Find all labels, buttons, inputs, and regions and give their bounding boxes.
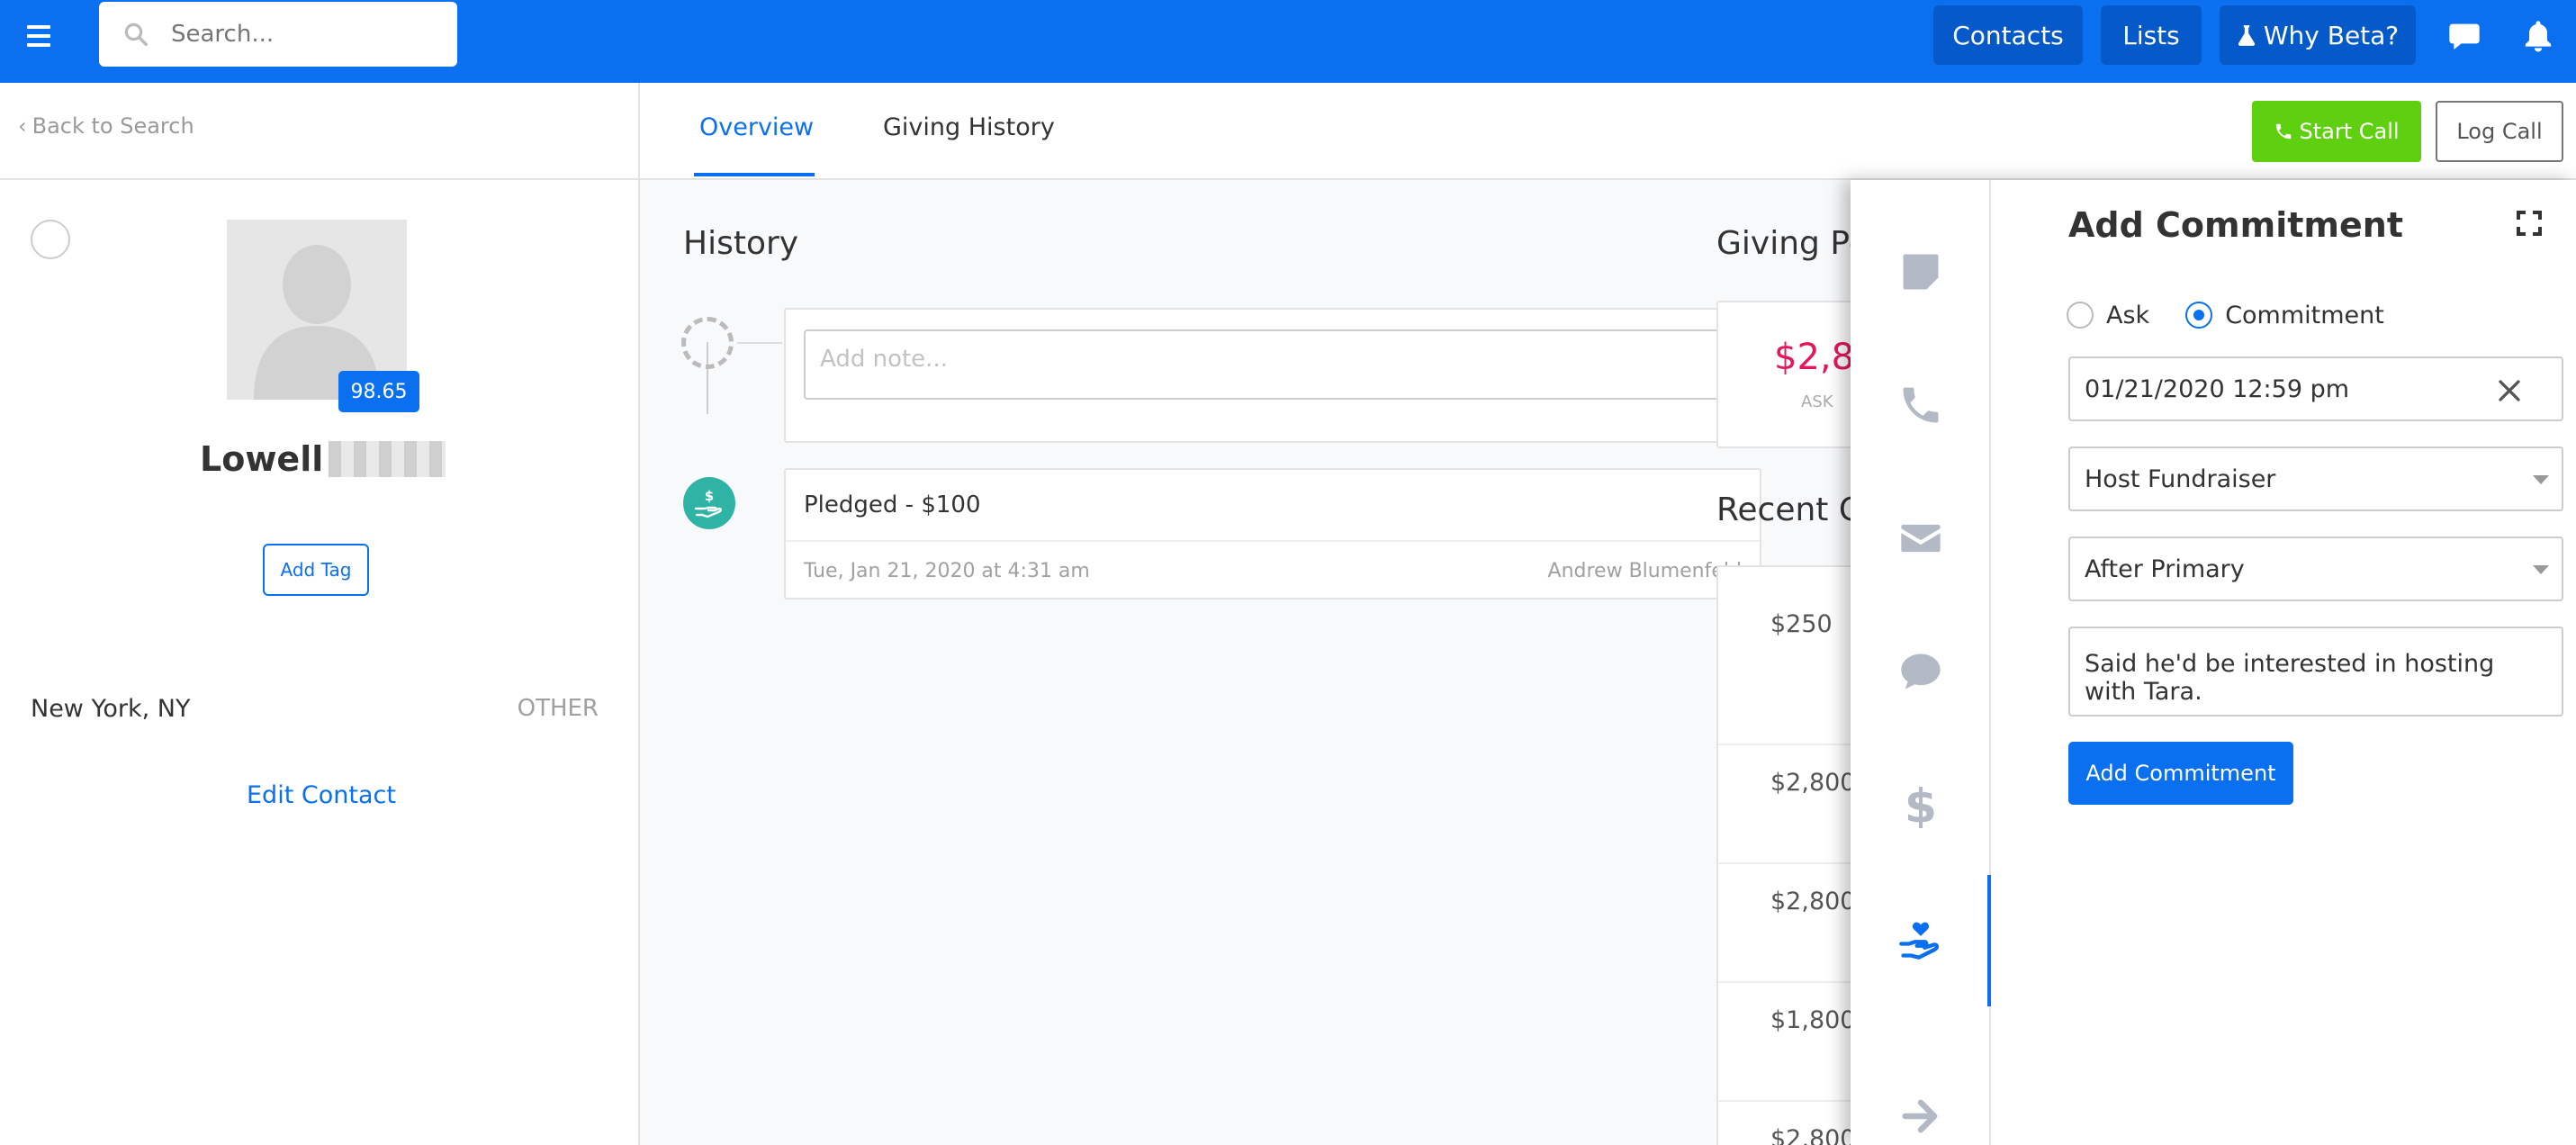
active-tab-indicator [694, 173, 815, 176]
pledge-user: Andrew Blumenfeld [1547, 560, 1742, 582]
date-time-value: 01/21/2020 12:59 pm [2085, 374, 2350, 403]
ask-radio[interactable] [2067, 302, 2094, 329]
edit-contact-link[interactable]: Edit Contact [247, 781, 396, 809]
commitment-note-textarea[interactable]: Said he'd be interested in hosting with … [2068, 627, 2563, 717]
tab-giving-history[interactable]: Giving History [883, 113, 1055, 141]
note-icon[interactable] [1896, 247, 1946, 297]
add-commitment-form: Add Commitment Ask Commitment 01/21/2020… [1991, 180, 2576, 1145]
hand-holding-dollar-icon: $ [694, 488, 722, 518]
pledge-icon: $ [683, 477, 735, 529]
why-beta-button[interactable]: Why Beta? [2220, 5, 2416, 65]
dollar-icon[interactable]: $ [1896, 780, 1946, 830]
divider [0, 178, 638, 180]
caret-down-icon [2533, 565, 2549, 574]
contact-name: Lowell [200, 439, 446, 479]
chat-icon[interactable] [2446, 18, 2482, 54]
contacts-nav-label: Contacts [1952, 20, 2064, 50]
search-input[interactable] [171, 21, 423, 48]
tab-overview[interactable]: Overview [699, 113, 814, 141]
add-commitment-button[interactable]: Add Commitment [2068, 742, 2293, 805]
timeline-pending-icon [681, 317, 734, 369]
location-text: New York, NY [31, 695, 191, 723]
hand-holding-heart-icon[interactable] [1896, 913, 1946, 963]
commitment-radio-label: Commitment [2225, 301, 2384, 329]
redacted-last-name [329, 441, 446, 477]
bell-icon[interactable] [2520, 18, 2556, 54]
recent-gift-amount: $2,800 [1770, 769, 1856, 797]
top-navbar: Contacts Lists Why Beta? [0, 0, 2576, 83]
location-type: OTHER [517, 695, 599, 722]
action-drawer: $ Add Commitment Ask Commitment 01/21/20… [1851, 180, 2576, 1145]
svg-text:$: $ [705, 488, 714, 504]
commitment-type-value: Host Fundraiser [2085, 464, 2276, 493]
giving-potential-heading: Giving Po [1716, 225, 1869, 262]
phone-icon[interactable] [1896, 380, 1946, 430]
select-contact-checkbox[interactable] [31, 220, 70, 259]
add-note-card [784, 308, 1761, 443]
timing-select[interactable]: After Primary [2068, 536, 2563, 601]
contact-sidebar: ‹ Back to Search 98.65 Lowell Add Tag Ne… [0, 83, 640, 1145]
lists-nav-label: Lists [2122, 20, 2180, 50]
pledge-history-card[interactable]: Pledged - $100 Tue, Jan 21, 2020 at 4:31… [784, 468, 1761, 600]
arrow-right-icon[interactable] [1896, 1091, 1946, 1141]
contact-first-name: Lowell [200, 439, 324, 479]
back-to-search-label: Back to Search [32, 113, 194, 139]
svg-text:$: $ [1905, 781, 1937, 828]
add-note-input[interactable] [804, 329, 1742, 400]
commitment-radio[interactable] [2185, 302, 2213, 329]
menu-icon[interactable] [27, 18, 63, 54]
flask-icon [2238, 25, 2255, 46]
overview-content: History $ Pledged - $100 Tue, Jan 21, 20… [640, 180, 1896, 1145]
pledge-date: Tue, Jan 21, 2020 at 4:31 am [804, 560, 1090, 582]
timeline-connector [737, 342, 782, 344]
search-icon [124, 23, 148, 46]
recent-gift-amount: $250 [1770, 610, 1833, 638]
envelope-icon[interactable] [1896, 513, 1946, 563]
close-icon[interactable] [2491, 373, 2527, 409]
history-heading: History [683, 225, 799, 262]
recent-giving-heading: Recent G [1716, 491, 1864, 528]
recent-gift-amount: $2,800 [1770, 888, 1856, 915]
log-call-button[interactable]: Log Call [2436, 101, 2563, 162]
ask-label: ASK [1801, 392, 1833, 411]
comment-icon[interactable] [1896, 646, 1946, 697]
caret-down-icon [2533, 475, 2549, 484]
date-time-field[interactable]: 01/21/2020 12:59 pm [2068, 356, 2563, 421]
add-tag-button[interactable]: Add Tag [263, 544, 369, 596]
search-box[interactable] [99, 2, 457, 67]
timing-value: After Primary [2085, 554, 2245, 583]
ask-radio-label: Ask [2106, 301, 2150, 329]
contacts-nav-button[interactable]: Contacts [1933, 5, 2083, 65]
start-call-label: Start Call [2299, 119, 2400, 144]
phone-icon [2276, 123, 2292, 140]
recent-gift-amount: $1,800 [1770, 1006, 1856, 1034]
form-title: Add Commitment [2068, 205, 2404, 245]
commitment-type-select[interactable]: Host Fundraiser [2068, 446, 2563, 511]
recent-gift-amount: $2,800 [1770, 1125, 1856, 1145]
chevron-left-icon: ‹ [18, 113, 27, 139]
pledge-title: Pledged - $100 [804, 491, 981, 518]
divider [786, 540, 1760, 542]
score-badge: 98.65 [338, 371, 419, 412]
back-to-search-link[interactable]: ‹ Back to Search [18, 113, 194, 139]
tabs-bar: Overview Giving History Start Call Log C… [640, 83, 2576, 180]
lists-nav-button[interactable]: Lists [2101, 5, 2202, 65]
why-beta-label: Why Beta? [2263, 20, 2400, 50]
expand-icon[interactable] [2515, 209, 2544, 238]
commitment-type-radios: Ask Commitment [2067, 297, 2420, 333]
start-call-button[interactable]: Start Call [2252, 101, 2421, 162]
drawer-action-rail: $ [1851, 180, 1991, 1145]
